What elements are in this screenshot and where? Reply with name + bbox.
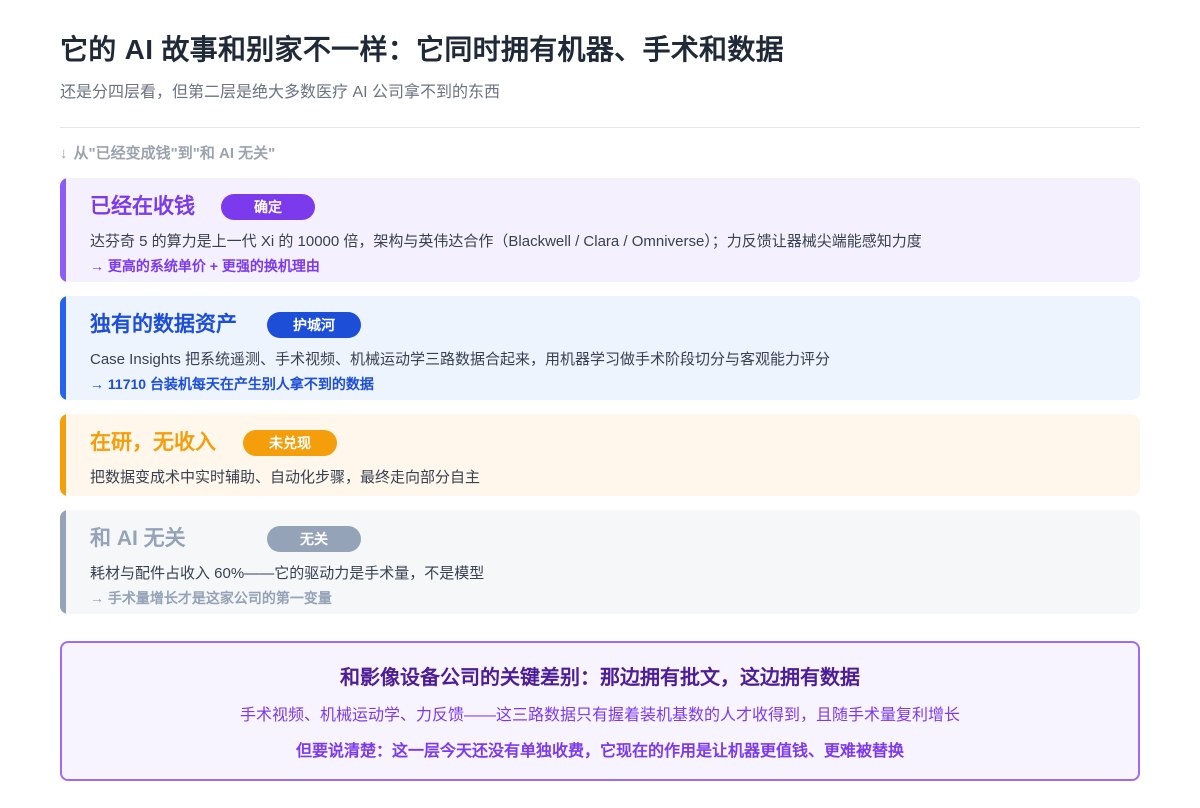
- callout-caveat: 但要说清楚：这一层今天还没有单独收费，它现在的作用是让机器更值钱、更难被替换: [295, 743, 904, 760]
- layer-title: 在研，无收入: [90, 431, 216, 454]
- key-difference-callout: 和影像设备公司的关键差别：那边拥有批文，这边拥有数据 手术视频、机械运动学、力反…: [60, 641, 1140, 781]
- callout-title: 和影像设备公司的关键差别：那边拥有批文，这边拥有数据: [340, 667, 860, 689]
- status-badge: 无关: [267, 526, 361, 552]
- layer-note: → 11710 台装机每天在产生别人拿不到的数据: [90, 376, 374, 392]
- axis-note-text: 从"已经变成钱"到"和 AI 无关": [73, 145, 276, 162]
- header-divider: [60, 127, 1140, 128]
- layer-card-data-asset: 独有的数据资产 护城河 Case Insights 把系统遥测、手术视频、机械运…: [60, 296, 1140, 400]
- layer-title: 已经在收钱: [90, 195, 195, 218]
- layer-description: 达芬奇 5 的算力是上一代 Xi 的 10000 倍，架构与英伟达合作（Blac…: [90, 233, 922, 250]
- layer-description: Case Insights 把系统遥测、手术视频、机械运动学三路数据合起来，用机…: [90, 351, 831, 368]
- page-title: 它的 AI 故事和别家不一样：它同时拥有机器、手术和数据: [60, 34, 784, 65]
- layer-description: 耗材与配件占收入 60%——它的驱动力是手术量，不是模型: [90, 565, 485, 582]
- axis-note: ↓ 从"已经变成钱"到"和 AI 无关": [60, 142, 275, 163]
- layer-description: 把数据变成术中实时辅助、自动化步骤，最终走向部分自主: [90, 469, 481, 486]
- layer-title: 和 AI 无关: [90, 527, 186, 550]
- layer-card-research: 在研，无收入 未兑现 把数据变成术中实时辅助、自动化步骤，最终走向部分自主: [60, 414, 1140, 496]
- layer-card-revenue: 已经在收钱 确定 达芬奇 5 的算力是上一代 Xi 的 10000 倍，架构与英…: [60, 178, 1140, 282]
- layer-title: 独有的数据资产: [90, 313, 237, 336]
- layer-card-unrelated: 和 AI 无关 无关 耗材与配件占收入 60%——它的驱动力是手术量，不是模型 …: [60, 510, 1140, 614]
- status-badge: 未兑现: [243, 430, 337, 456]
- layer-note: → 更高的系统单价 + 更强的换机理由: [90, 258, 320, 274]
- page: 它的 AI 故事和别家不一样：它同时拥有机器、手术和数据 还是分四层看，但第二层…: [0, 0, 1200, 808]
- callout-body: 手术视频、机械运动学、力反馈——这三路数据只有握着装机基数的人才收得到，且随手术…: [239, 707, 960, 724]
- status-badge: 确定: [221, 194, 315, 220]
- layer-note: → 手术量增长才是这家公司的第一变量: [90, 590, 332, 606]
- status-badge: 护城河: [267, 312, 361, 338]
- page-subtitle: 还是分四层看，但第二层是绝大多数医疗 AI 公司拿不到的东西: [60, 84, 501, 101]
- arrow-down-icon: ↓: [60, 145, 68, 162]
